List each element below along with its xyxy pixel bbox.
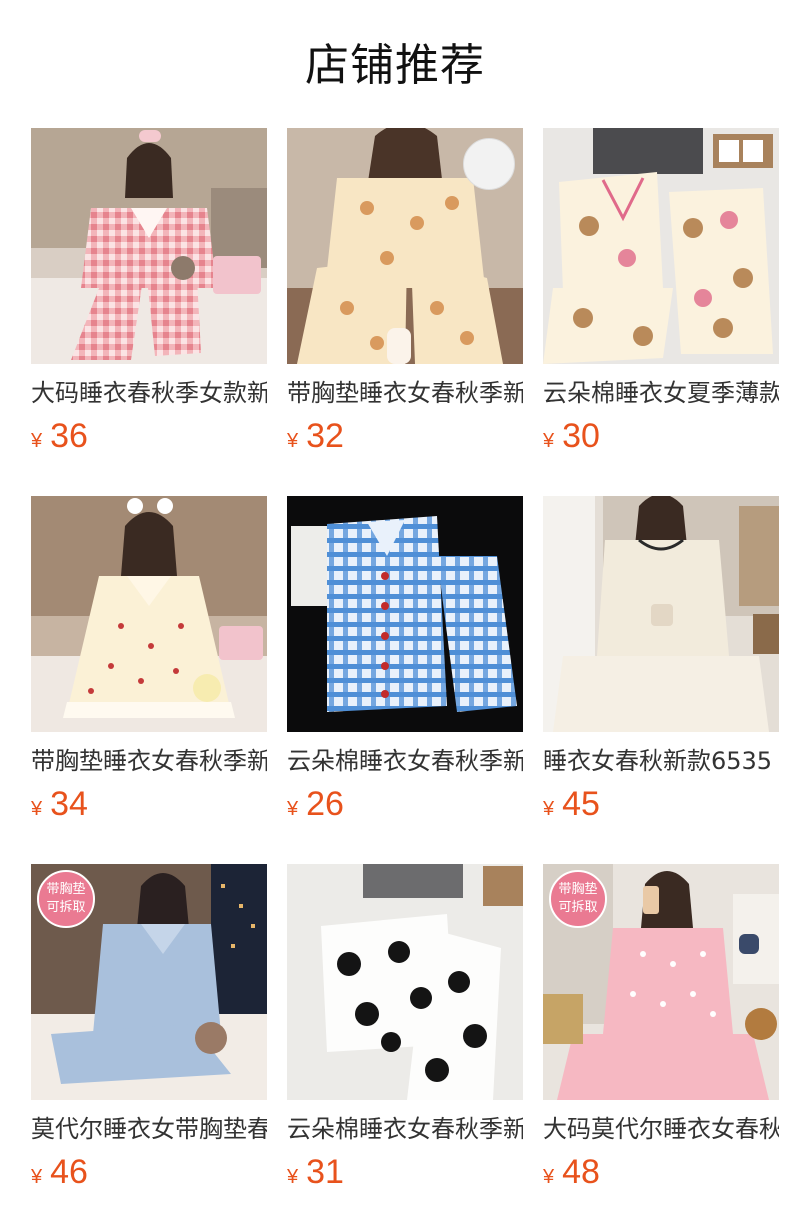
padded-bra-badge: 带胸垫 可拆取 (549, 870, 607, 928)
product-price: ¥34 (31, 784, 267, 824)
product-image[interactable] (543, 128, 779, 364)
product-image[interactable] (287, 128, 523, 364)
product-card[interactable]: 大码睡衣春秋季女款新款 ¥36 (31, 128, 267, 456)
currency-symbol: ¥ (31, 430, 43, 452)
product-card[interactable]: 云朵棉睡衣女夏季薄款 ¥30 (543, 128, 779, 456)
cream-bear-pajamas-flatlay-photo (543, 128, 779, 364)
recommendations-page: 店铺推荐 大码睡衣春秋季女款新 ¥ 36 带胸垫睡衣女春秋季新 ¥ 32 云朵棉… (0, 0, 790, 1232)
price-value: 36 (50, 417, 88, 455)
currency-symbol: ¥ (543, 430, 555, 452)
product-image[interactable] (31, 128, 267, 364)
product-price: ¥36 (31, 416, 267, 456)
price-value: 30 (562, 417, 600, 455)
product-image[interactable] (287, 864, 523, 1100)
currency-symbol: ¥ (31, 798, 43, 820)
product-price: ¥45 (543, 784, 779, 824)
product-price: ¥26 (287, 784, 523, 824)
pink-gingham-pajamas-photo (31, 128, 267, 364)
product-card[interactable]: 云朵棉睡衣女春秋季新款 ¥26 (287, 496, 523, 824)
product-card[interactable]: 带胸垫睡衣女春秋季新款 ¥34 (31, 496, 267, 824)
badge-line-2: 可拆取 (558, 900, 598, 915)
currency-symbol: ¥ (287, 430, 299, 452)
currency-symbol: ¥ (543, 1166, 555, 1188)
product-name[interactable]: 云朵棉睡衣女春秋季新款 (287, 1112, 523, 1146)
product-name[interactable]: 大码莫代尔睡衣女春秋季 (543, 1112, 779, 1146)
cream-knit-pajamas-photo (543, 496, 779, 732)
product-name[interactable]: 莫代尔睡衣女带胸垫春秋 (31, 1112, 267, 1146)
product-price: ¥48 (543, 1152, 779, 1192)
product-name[interactable]: 云朵棉睡衣女春秋季新款 (287, 744, 523, 778)
product-card[interactable]: 带胸垫睡衣女春秋季新款 ¥32 (287, 128, 523, 456)
currency-symbol: ¥ (31, 1166, 43, 1188)
product-image[interactable]: 带胸垫 可拆取 (31, 864, 267, 1100)
product-price: ¥32 (287, 416, 523, 456)
badge-line-1: 带胸垫 (558, 882, 598, 897)
bra-pad-inset-icon (463, 138, 515, 190)
price-value: 32 (306, 417, 344, 455)
price-value: 34 (50, 785, 88, 823)
product-name[interactable]: 睡衣女春秋新款6535 (543, 744, 779, 778)
product-image[interactable] (543, 496, 779, 732)
product-card[interactable]: 云朵棉睡衣女春秋季新款 ¥31 (287, 864, 523, 1192)
blue-plaid-pajamas-flatlay-photo (287, 496, 523, 732)
price-value: 46 (50, 1153, 88, 1191)
product-price: ¥46 (31, 1152, 267, 1192)
product-image[interactable] (287, 496, 523, 732)
price-value: 48 (562, 1153, 600, 1191)
badge-line-2: 可拆取 (46, 900, 86, 915)
currency-symbol: ¥ (287, 798, 299, 820)
product-name[interactable]: 云朵棉睡衣女夏季薄款 (543, 376, 779, 410)
product-image[interactable] (31, 496, 267, 732)
product-name[interactable]: 大码睡衣春秋季女款新款 (31, 376, 267, 410)
currency-symbol: ¥ (287, 1166, 299, 1188)
badge-line-1: 带胸垫 (46, 882, 86, 897)
product-card[interactable]: 睡衣女春秋新款6535 ¥45 (543, 496, 779, 824)
padded-bra-badge: 带胸垫 可拆取 (37, 870, 95, 928)
product-card[interactable]: 带胸垫 可拆取 大码莫代尔睡衣女春秋季 ¥48 (543, 864, 779, 1192)
price-value: 26 (306, 785, 344, 823)
product-name[interactable]: 带胸垫睡衣女春秋季新款 (287, 376, 523, 410)
black-white-cat-pajamas-flatlay-photo (287, 864, 523, 1100)
product-price: ¥31 (287, 1152, 523, 1192)
price-value: 45 (562, 785, 600, 823)
product-name[interactable]: 带胸垫睡衣女春秋季新款 (31, 744, 267, 778)
product-card[interactable]: 带胸垫 可拆取 莫代尔睡衣女带胸垫春秋 ¥46 (31, 864, 267, 1192)
price-value: 31 (306, 1153, 344, 1191)
currency-symbol: ¥ (543, 798, 555, 820)
section-title: 店铺推荐 (305, 40, 485, 91)
product-image[interactable]: 带胸垫 可拆取 (543, 864, 779, 1100)
product-price: ¥30 (543, 416, 779, 456)
cherry-print-nightdress-photo (31, 496, 267, 732)
